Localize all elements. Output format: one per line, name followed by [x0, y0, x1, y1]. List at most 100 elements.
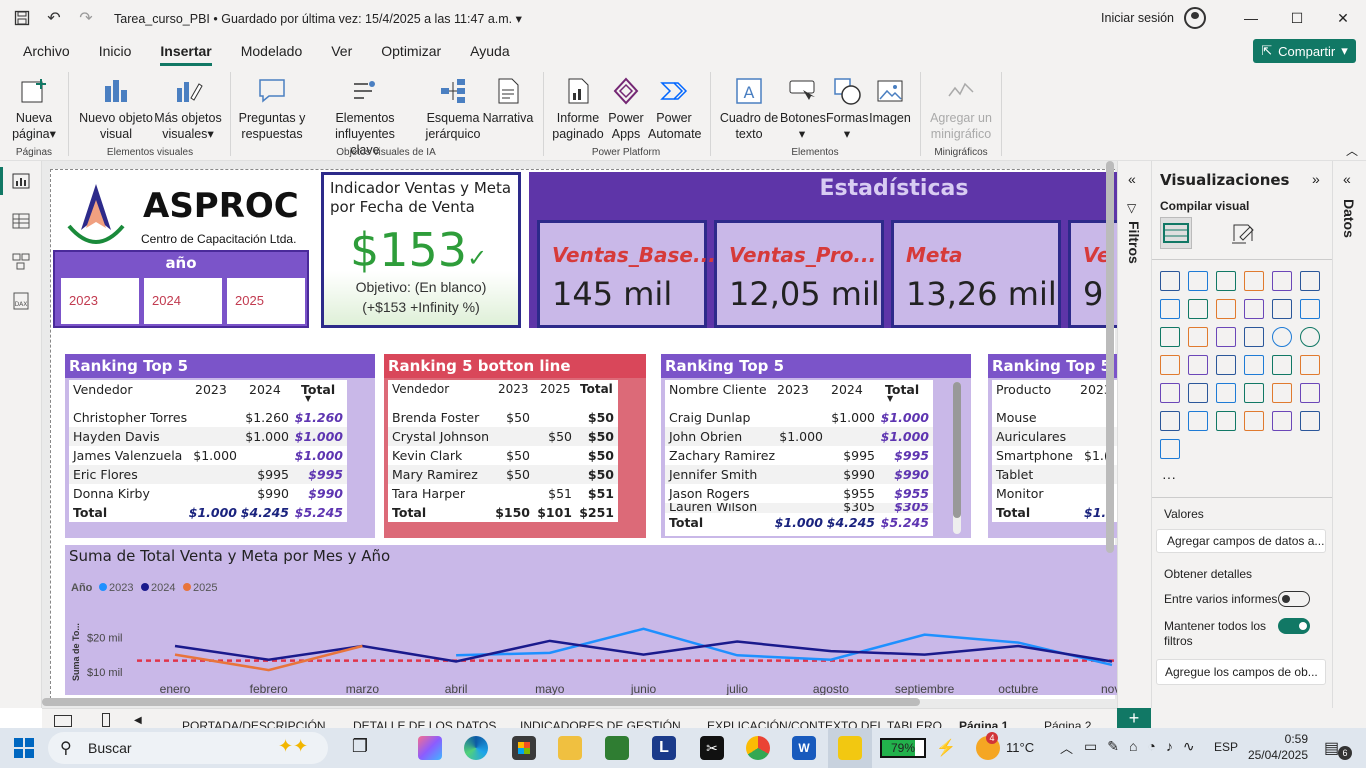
edge-browser-icon[interactable] — [464, 736, 488, 760]
redo-icon[interactable]: ↷ — [76, 8, 96, 28]
add-drill-fields-well[interactable]: Agregue los campos de ob... — [1156, 659, 1326, 685]
page-tab-explicacion[interactable]: EXPLICACIÓN/CONTEXTO DEL TABLERO — [707, 719, 942, 728]
dax-query-view-icon[interactable]: DAX — [11, 291, 31, 311]
visual-type-icon[interactable] — [1160, 383, 1180, 403]
clock-date[interactable]: 25/04/2025 — [1240, 748, 1308, 762]
add-data-fields-well[interactable]: Agregar campos de datos a... — [1156, 529, 1326, 553]
more-visuals-ellipsis[interactable]: ··· — [1162, 469, 1176, 485]
visual-type-icon[interactable] — [1244, 299, 1264, 319]
format-visual-tab[interactable] — [1228, 219, 1258, 249]
undo-icon[interactable]: ↶ — [44, 8, 64, 28]
visual-type-icon[interactable] — [1272, 327, 1292, 347]
clock-time[interactable]: 0:59 — [1248, 732, 1308, 746]
new-visual-button[interactable]: Nuevo objeto visual — [78, 76, 154, 142]
visual-type-icon[interactable] — [1272, 299, 1292, 319]
menu-ver[interactable]: Ver — [331, 36, 352, 66]
close-button[interactable]: ✕ — [1320, 0, 1366, 36]
visual-type-icon[interactable] — [1188, 299, 1208, 319]
visual-type-icon[interactable] — [1188, 327, 1208, 347]
visual-type-icon[interactable] — [1160, 299, 1180, 319]
paginated-report-button[interactable]: Informe paginado — [552, 76, 604, 142]
capcut-icon[interactable]: ✂ — [700, 736, 724, 760]
visual-type-icon[interactable] — [1188, 271, 1208, 291]
save-icon[interactable] — [12, 8, 32, 28]
maximize-button[interactable]: ☐ — [1274, 0, 1320, 36]
menu-insertar[interactable]: Insertar — [160, 36, 212, 66]
minimize-button[interactable]: — — [1228, 0, 1274, 36]
page-tab-pagina-2[interactable]: Página 2 — [1044, 719, 1091, 728]
visual-type-icon[interactable] — [1300, 327, 1320, 347]
share-button[interactable]: ⇱ Compartir ▾ — [1253, 39, 1356, 63]
user-avatar-icon[interactable] — [1184, 7, 1206, 29]
canvas-vertical-scrollbar[interactable] — [1106, 161, 1114, 553]
table-scrollbar[interactable] — [953, 382, 961, 534]
task-view-icon[interactable]: ❐ — [348, 736, 372, 760]
year-option-2023[interactable]: 2023 — [61, 278, 139, 324]
menu-ayuda[interactable]: Ayuda — [470, 36, 509, 66]
keep-filters-toggle[interactable] — [1278, 618, 1310, 634]
visual-type-icon[interactable] — [1160, 411, 1180, 431]
visual-type-icon[interactable] — [1188, 411, 1208, 431]
add-page-button[interactable]: + — [1117, 708, 1151, 728]
menu-modelado[interactable]: Modelado — [241, 36, 303, 66]
notification-icon[interactable]: ▤ — [1324, 738, 1339, 758]
collapse-viz-icon[interactable]: » — [1312, 171, 1320, 187]
temperature[interactable]: 11°C — [1006, 740, 1034, 755]
signin-link[interactable]: Iniciar sesión — [1101, 11, 1174, 25]
visual-type-icon[interactable] — [1188, 383, 1208, 403]
visual-type-icon[interactable] — [1272, 411, 1292, 431]
store-app-icon[interactable] — [512, 736, 536, 760]
new-page-button[interactable]: Nueva página▾ — [10, 76, 58, 142]
visual-type-icon[interactable] — [1300, 355, 1320, 375]
buttons-button[interactable]: Botones ▾ — [780, 76, 826, 142]
scroll-left-icon[interactable]: ◀ — [134, 715, 142, 726]
textbox-button[interactable]: A Cuadro de texto — [718, 76, 780, 142]
visual-type-icon[interactable] — [1272, 355, 1292, 375]
data-pane[interactable]: « Datos — [1332, 161, 1366, 708]
menu-inicio[interactable]: Inicio — [99, 36, 132, 66]
visual-type-icon[interactable] — [1188, 355, 1208, 375]
visual-type-icon[interactable] — [1272, 271, 1292, 291]
year-option-2024[interactable]: 2024 — [144, 278, 222, 324]
page-tab-pagina-1[interactable]: Página 1 — [959, 719, 1008, 728]
year-option-2025[interactable]: 2025 — [227, 278, 305, 324]
powerbi-app-icon[interactable] — [838, 736, 862, 760]
visual-type-icon[interactable] — [1216, 271, 1236, 291]
visual-type-icon[interactable] — [1160, 327, 1180, 347]
l-app-icon[interactable]: L — [652, 736, 676, 760]
shapes-button[interactable]: Formas ▾ — [826, 76, 868, 142]
filters-pane[interactable]: « ▽ Filtros — [1117, 161, 1151, 708]
expand-filters-icon[interactable]: « — [1128, 171, 1136, 187]
visual-type-icon[interactable] — [1272, 383, 1292, 403]
decomposition-tree-button[interactable]: Esquema jerárquico — [424, 76, 482, 142]
visual-type-icon[interactable] — [1216, 355, 1236, 375]
expand-data-icon[interactable]: « — [1343, 171, 1351, 187]
visual-type-icon[interactable] — [1300, 271, 1320, 291]
chrome-browser-icon[interactable] — [746, 736, 770, 760]
visual-type-icon[interactable] — [1216, 411, 1236, 431]
fit-page-icon[interactable] — [54, 715, 72, 727]
mobile-layout-icon[interactable] — [102, 713, 110, 727]
visual-type-icon[interactable] — [1300, 411, 1320, 431]
system-tray-icons[interactable]: ▭✎⌂◔♪∿ — [1084, 738, 1205, 755]
more-visuals-button[interactable]: Más objetos visuales▾ — [154, 76, 222, 142]
taskbar-search-box[interactable]: ⚲ Buscar ✦✦ — [48, 732, 328, 764]
visual-type-icon[interactable] — [1216, 327, 1236, 347]
report-view-icon[interactable] — [11, 171, 31, 191]
page-tab-detalle[interactable]: DETALLE DE LOS DATOS — [353, 719, 496, 728]
visual-type-icon[interactable] — [1216, 299, 1236, 319]
build-visual-tab[interactable] — [1160, 217, 1192, 249]
cross-report-toggle[interactable] — [1278, 591, 1310, 607]
menu-optimizar[interactable]: Optimizar — [381, 36, 441, 66]
key-influencers-button[interactable]: Elementos influyentes clave — [306, 76, 424, 158]
show-hidden-icons[interactable]: ︿ — [1060, 738, 1073, 757]
powerapps-button[interactable]: Power Apps — [604, 76, 648, 142]
visual-type-icon[interactable] — [1160, 355, 1180, 375]
meet-app-icon[interactable] — [605, 736, 629, 760]
qa-button[interactable]: Preguntas y respuestas — [238, 76, 306, 142]
page-tab-portada[interactable]: PORTADA/DESCRIPCIÓN — [182, 719, 326, 728]
menu-archivo[interactable]: Archivo — [23, 36, 70, 66]
visual-type-icon[interactable] — [1244, 271, 1264, 291]
visual-type-icon[interactable] — [1216, 383, 1236, 403]
file-explorer-icon[interactable] — [558, 736, 582, 760]
